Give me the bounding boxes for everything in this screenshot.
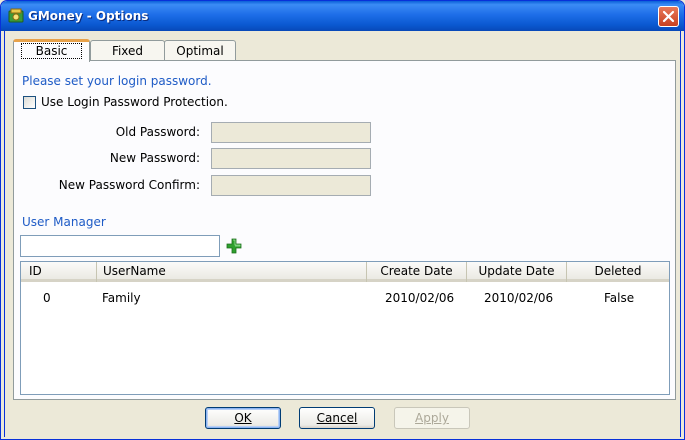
cancel-button[interactable]: Cancel xyxy=(299,407,375,429)
ok-button-label: OK xyxy=(234,411,252,425)
column-id[interactable]: ID xyxy=(21,262,97,282)
confirm-password-label: New Password Confirm: xyxy=(58,178,200,192)
user-table-header: ID UserName Create Date Update Date Dele… xyxy=(21,262,669,282)
money-app-icon xyxy=(8,8,24,23)
tab-optimal-label: Optimal xyxy=(176,44,224,58)
tab-fixed[interactable]: Fixed xyxy=(90,40,165,61)
tab-basic-label: Basic xyxy=(20,43,83,59)
apply-button: Apply xyxy=(394,407,470,429)
user-table: ID UserName Create Date Update Date Dele… xyxy=(20,261,670,395)
window-title: GMoney - Options xyxy=(28,9,149,23)
column-update-date[interactable]: Update Date xyxy=(467,262,567,282)
tab-basic[interactable]: Basic xyxy=(13,39,90,62)
dialog-body: Basic Fixed Optimal Please set your logi… xyxy=(4,31,681,437)
password-prompt: Please set your login password. xyxy=(22,74,212,88)
password-protection-checkbox[interactable] xyxy=(23,96,36,109)
column-create-date[interactable]: Create Date xyxy=(367,262,467,282)
old-password-field[interactable] xyxy=(211,122,371,143)
old-password-label: Old Password: xyxy=(115,125,200,139)
user-manager-title: User Manager xyxy=(22,215,106,229)
column-username[interactable]: UserName xyxy=(97,262,367,282)
confirm-password-field[interactable] xyxy=(211,175,371,196)
ok-button[interactable]: OK xyxy=(205,407,281,429)
apply-button-label: Apply xyxy=(415,411,449,425)
close-button[interactable] xyxy=(658,6,679,27)
cell-username: Family xyxy=(102,291,141,305)
plus-icon[interactable] xyxy=(226,238,242,254)
cell-id: 0 xyxy=(43,291,51,305)
options-window: GMoney - Options Basic Fixed Optimal Ple… xyxy=(0,0,685,440)
basic-tab-panel: Please set your login password. Use Logi… xyxy=(13,60,676,400)
tab-fixed-label: Fixed xyxy=(111,44,144,58)
user-search-input[interactable] xyxy=(20,235,220,257)
title-bar[interactable]: GMoney - Options xyxy=(1,1,684,31)
new-password-field[interactable] xyxy=(211,148,371,169)
new-password-label: New Password: xyxy=(109,151,200,165)
close-icon xyxy=(662,10,675,23)
password-protection-label[interactable]: Use Login Password Protection. xyxy=(41,95,228,109)
tab-optimal[interactable]: Optimal xyxy=(164,40,236,61)
column-deleted[interactable]: Deleted xyxy=(567,262,669,282)
cell-create-date: 2010/02/06 xyxy=(385,291,455,305)
cell-deleted: False xyxy=(604,291,635,305)
cell-update-date: 2010/02/06 xyxy=(484,291,554,305)
cancel-button-label: Cancel xyxy=(316,411,358,425)
